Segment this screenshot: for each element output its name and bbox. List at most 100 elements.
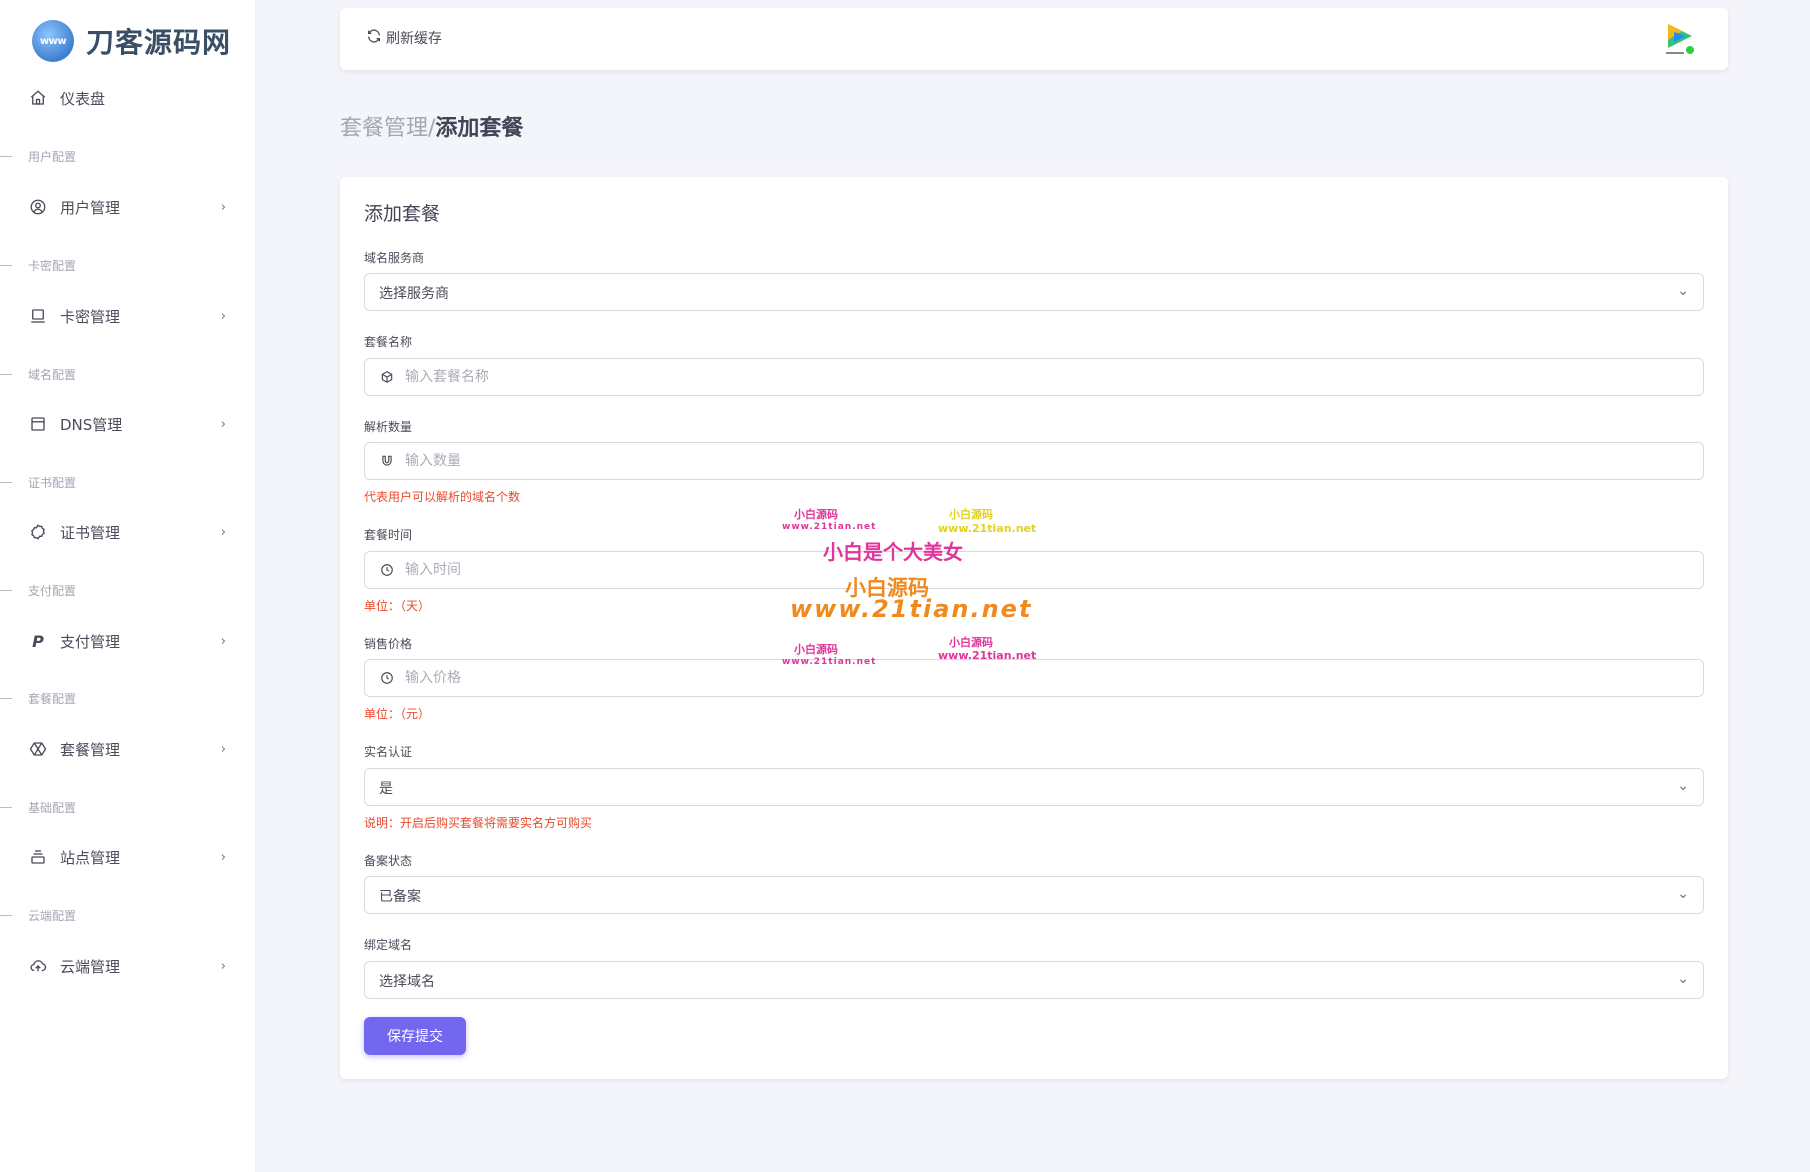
hexagon-icon — [28, 739, 48, 759]
section-title: 支付配置 — [28, 583, 77, 598]
chevron-down-icon: ⌄ — [1677, 971, 1689, 987]
browser-icon — [28, 414, 48, 434]
chevron-right-icon: › — [220, 308, 226, 324]
section-cloud: 云端配置 — [0, 905, 256, 925]
record-status-value: 已备案 — [379, 889, 421, 905]
chevron-right-icon: › — [220, 633, 226, 649]
globe-logo-icon: www — [32, 20, 74, 62]
refresh-cache-button[interactable]: 刷新缓存 — [366, 28, 442, 48]
sidebar-item-label: 证书管理 — [60, 523, 121, 542]
user-avatar[interactable] — [1662, 20, 1698, 58]
section-title: 用户配置 — [28, 149, 77, 164]
magnet-icon — [379, 453, 395, 469]
section-domain: 域名配置 — [0, 364, 256, 384]
save-submit-button[interactable]: 保存提交 — [364, 1017, 466, 1055]
plan-time-hint: 单位：（天） — [364, 599, 431, 613]
sidebar-item-plans[interactable]: 套餐管理 › — [0, 729, 256, 769]
refresh-cache-label: 刷新缓存 — [386, 31, 442, 47]
chevron-right-icon: › — [220, 958, 226, 974]
section-title: 套餐配置 — [28, 691, 77, 706]
section-user: 用户配置 — [0, 146, 256, 166]
sidebar-item-users[interactable]: 用户管理 › — [0, 187, 256, 227]
home-icon — [28, 88, 48, 108]
sidebar-item-certs[interactable]: 证书管理 › — [0, 512, 256, 552]
card-title: 添加套餐 — [364, 203, 441, 225]
sidebar-item-cloud[interactable]: 云端管理 › — [0, 946, 256, 986]
plan-time-label: 套餐时间 — [364, 528, 413, 542]
sidebar-item-dashboard[interactable]: 仪表盘 — [0, 78, 256, 118]
sidebar-item-dns[interactable]: DNS管理 › — [0, 404, 256, 444]
section-title: 卡密配置 — [28, 258, 77, 273]
sidebar-item-cards[interactable]: 卡密管理 › — [0, 296, 256, 336]
sidebar-item-label: 用户管理 — [60, 198, 121, 217]
top-bar: 刷新缓存 — [340, 8, 1728, 70]
brand[interactable]: www 刀客源码网 — [32, 18, 231, 64]
page-title: 添加套餐 — [435, 116, 524, 141]
sidebar-item-label: DNS管理 — [60, 415, 123, 434]
section-basic: 基础配置 — [0, 797, 256, 817]
dns-count-field — [364, 442, 1704, 480]
chevron-right-icon: › — [220, 199, 226, 215]
sidebar-item-label: 云端管理 — [60, 957, 121, 976]
realname-value: 是 — [379, 781, 393, 797]
sidebar-item-site[interactable]: 站点管理 › — [0, 837, 256, 877]
realname-label: 实名认证 — [364, 745, 413, 759]
section-cert: 证书配置 — [0, 472, 256, 492]
dns-count-hint: 代表用户可以解析的域名个数 — [364, 490, 521, 504]
paypal-icon: P — [32, 631, 44, 651]
sidebar-item-label: 仪表盘 — [60, 89, 106, 108]
realname-hint: 说明：开启后购买套餐将需要实名方可购买 — [364, 816, 593, 830]
brand-name: 刀客源码网 — [86, 26, 232, 59]
chevron-down-icon: ⌄ — [1677, 886, 1689, 902]
record-status-label: 备案状态 — [364, 854, 413, 868]
chevron-right-icon: › — [220, 416, 226, 432]
price-field — [364, 659, 1704, 697]
section-title: 云端配置 — [28, 908, 77, 923]
provider-value: 选择服务商 — [379, 286, 449, 302]
chevron-right-icon: › — [220, 849, 226, 865]
plan-time-field — [364, 551, 1704, 589]
chevron-right-icon: › — [220, 741, 226, 757]
chevron-down-icon: ⌄ — [1677, 283, 1689, 299]
plan-name-input[interactable] — [405, 359, 1685, 395]
bind-domain-value: 选择域名 — [379, 974, 435, 990]
badge-icon — [28, 522, 48, 542]
sidebar-item-label: 支付管理 — [60, 632, 121, 651]
section-title: 域名配置 — [28, 367, 77, 382]
section-pay: 支付配置 — [0, 580, 256, 600]
chevron-right-icon: › — [220, 524, 226, 540]
clock-icon — [379, 670, 395, 686]
realname-select[interactable]: 是 ⌄ — [364, 768, 1704, 806]
stack-icon — [28, 847, 48, 867]
breadcrumb-parent[interactable]: 套餐管理/ — [340, 116, 435, 141]
record-status-select[interactable]: 已备案 ⌄ — [364, 876, 1704, 914]
bind-domain-select[interactable]: 选择域名 ⌄ — [364, 961, 1704, 999]
sidebar-item-label: 卡密管理 — [60, 307, 121, 326]
section-title: 基础配置 — [28, 800, 77, 815]
section-plan: 套餐配置 — [0, 688, 256, 708]
section-card: 卡密配置 — [0, 255, 256, 275]
bind-domain-label: 绑定域名 — [364, 938, 413, 952]
laptop-icon — [28, 306, 48, 326]
price-hint: 单位：（元） — [364, 707, 431, 721]
sidebar-item-label: 套餐管理 — [60, 740, 121, 759]
user-circle-icon — [28, 197, 48, 217]
refresh-icon — [366, 28, 382, 48]
price-label: 销售价格 — [364, 637, 413, 651]
provider-select[interactable]: 选择服务商 ⌄ — [364, 273, 1704, 311]
add-plan-card: 添加套餐 域名服务商 选择服务商 ⌄ 套餐名称 解析数量 代表用户可以解析的域名… — [340, 177, 1728, 1079]
plan-time-input[interactable] — [405, 552, 1685, 588]
plan-name-field — [364, 358, 1704, 396]
dns-count-input[interactable] — [405, 443, 1685, 479]
sidebar-item-payments[interactable]: P 支付管理 › — [0, 621, 256, 661]
dns-count-label: 解析数量 — [364, 420, 413, 434]
sidebar: www 刀客源码网 仪表盘 用户配置 用户管理 › 卡密配置 卡密管理 › 域名… — [0, 0, 256, 1172]
price-input[interactable] — [405, 660, 1685, 696]
chevron-down-icon: ⌄ — [1677, 778, 1689, 794]
cloud-upload-icon — [28, 956, 48, 976]
clock-icon — [379, 562, 395, 578]
provider-label: 域名服务商 — [364, 251, 425, 265]
package-icon — [379, 369, 395, 385]
breadcrumb: 套餐管理/添加套餐 — [340, 110, 523, 142]
section-title: 证书配置 — [28, 475, 77, 490]
